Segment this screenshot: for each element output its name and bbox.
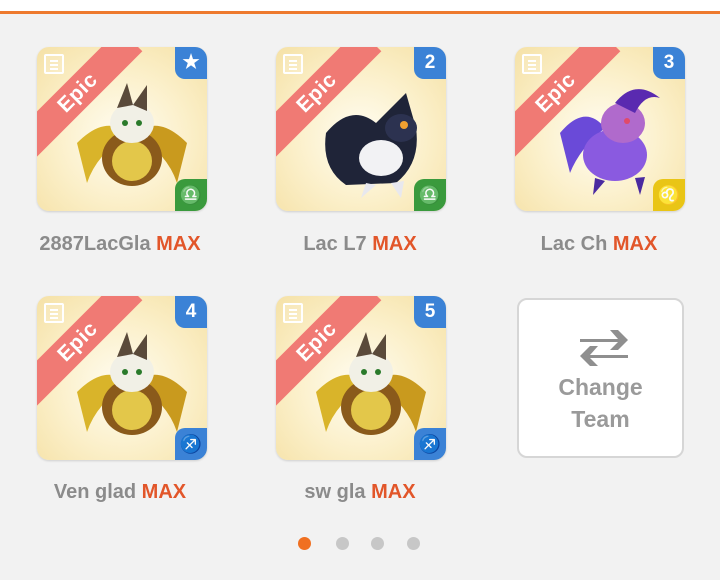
pet-level: MAX	[612, 233, 658, 255]
notes-icon[interactable]	[44, 303, 64, 323]
pet-label-1: 2887LacGla MAX	[10, 233, 230, 256]
change-team-label-line1: Change	[558, 374, 643, 400]
page-dot-4[interactable]	[407, 537, 420, 550]
slot-number-badge: 3	[653, 47, 685, 79]
libra-icon: ♎	[175, 179, 207, 211]
team-slot-2-card[interactable]: Epic 2 ♎	[276, 47, 446, 211]
pet-name: Ven glad	[53, 481, 137, 503]
page-dot-2[interactable]	[336, 537, 349, 550]
libra-icon: ♎	[414, 179, 446, 211]
page-dot-1[interactable]	[298, 537, 311, 550]
change-team-button[interactable]: Change Team	[517, 298, 684, 458]
slot-number-badge: 2	[414, 47, 446, 79]
notes-icon[interactable]	[283, 54, 303, 74]
pet-name: sw gla	[304, 481, 366, 503]
notes-icon[interactable]	[283, 303, 303, 323]
swap-arrows-icon	[580, 330, 628, 366]
pet-name: 2887LacGla	[39, 233, 151, 255]
pet-level: MAX	[156, 233, 201, 255]
team-slot-4-card[interactable]: Epic 4 ♐	[37, 296, 207, 460]
pet-level: MAX	[372, 233, 417, 255]
pet-label-4: Ven glad MAX	[10, 481, 230, 504]
sagittarius-icon: ♐	[175, 428, 207, 460]
leo-icon: ♌	[653, 179, 685, 211]
pet-label-2: Lac L7 MAX	[250, 233, 470, 256]
top-divider	[0, 0, 720, 14]
pet-name: Lac Ch	[540, 233, 608, 255]
slot-number-badge: 5	[414, 296, 446, 328]
star-icon: ★	[175, 47, 207, 79]
pet-level: MAX	[141, 481, 187, 503]
team-slot-3-card[interactable]: Epic 3 ♌	[515, 47, 685, 211]
page-dot-3[interactable]	[371, 537, 384, 550]
pet-level: MAX	[371, 481, 416, 503]
team-slot-5-card[interactable]: Epic 5 ♐	[276, 296, 446, 460]
team-slot-1-card[interactable]: Epic ★ ♎	[37, 47, 207, 211]
pet-label-5: sw gla MAX	[250, 481, 470, 504]
slot-number-badge: 4	[175, 296, 207, 328]
change-team-label-line2: Team	[571, 406, 630, 432]
notes-icon[interactable]	[522, 54, 542, 74]
sagittarius-icon: ♐	[414, 428, 446, 460]
pet-label-3: Lac Ch MAX	[489, 233, 709, 256]
pet-name: Lac L7	[303, 233, 367, 255]
notes-icon[interactable]	[44, 54, 64, 74]
